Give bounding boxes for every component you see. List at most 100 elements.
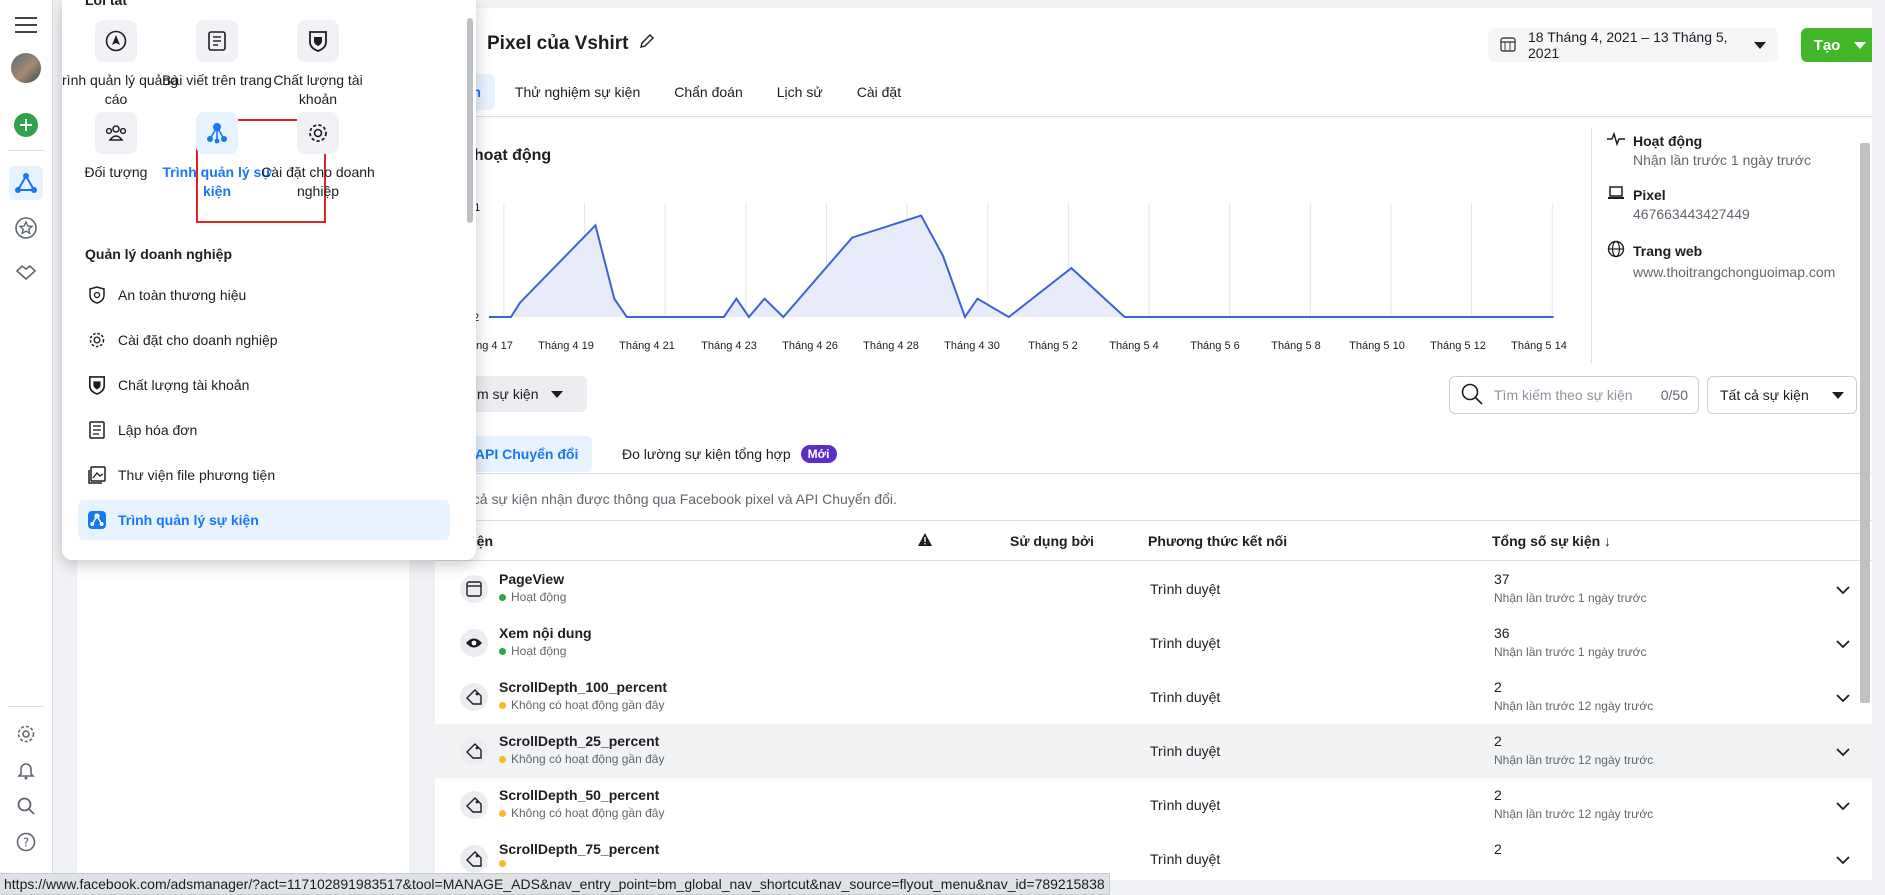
x-tick-label: Tháng 5 10 [1349, 340, 1405, 352]
event-name: ScrollDepth_50_percent [499, 787, 660, 803]
menu-item-label: An toàn thương hiệu [118, 287, 247, 303]
menu-item-gear[interactable]: Cài đặt cho doanh nghiệp [78, 320, 450, 360]
pixel-info-panel: Hoạt động Nhận lần trước 1 ngày trước Pi… [1607, 131, 1867, 298]
event-total: 2 [1494, 787, 1502, 803]
series-area [489, 215, 1554, 317]
eye-icon [460, 629, 488, 657]
tab-test-events[interactable]: Thử nghiệm sự kiện [501, 74, 654, 110]
chevron-down-icon[interactable] [1836, 798, 1850, 814]
tab-pixel-conversions-api[interactable]: /API Chuyển đổi [457, 436, 593, 472]
page-title: Pixel của Vshirt [487, 33, 655, 55]
scrollbar-thumb[interactable] [1860, 143, 1870, 703]
menu-item-label: Chất lượng tài khoản [118, 377, 250, 393]
menu-item-label: Cài đặt cho doanh nghiệp [118, 332, 278, 348]
events-manager-rail-icon[interactable] [9, 166, 43, 200]
menu-item-events-manager[interactable]: Trình quản lý sự kiện [78, 500, 450, 540]
table-header: kiện Sử dụng bởi Phương thức kết nối Tổn… [435, 520, 1872, 561]
rail-divider [8, 706, 44, 707]
chevron-down-icon[interactable] [1836, 852, 1850, 868]
menu-item-shield[interactable]: An toàn thương hiệu [78, 275, 450, 315]
menu-item-billing[interactable]: Lập hóa đơn [78, 410, 450, 450]
search-icon[interactable] [9, 789, 43, 823]
event-total: 36 [1494, 625, 1510, 641]
col-used-by[interactable]: Sử dụng bởi [1010, 533, 1094, 549]
col-connection-method[interactable]: Phương thức kết nối [1148, 533, 1287, 549]
flyout-scrollbar[interactable] [467, 18, 473, 223]
connection-method: Trình duyệt [1150, 635, 1221, 651]
main-tabs: g quan Thử nghiệm sự kiện Chẩn đoán Lịch… [435, 74, 915, 112]
page-scrollbar[interactable] [1858, 123, 1872, 863]
chevron-down-icon[interactable] [1836, 744, 1850, 760]
shortcut-gear[interactable]: Cài đặt cho doanh nghiệp [254, 112, 382, 201]
events-table: PageView Hoạt động Trình duyệt 37 Nhận lần t… [435, 562, 1872, 880]
shield-icon [88, 286, 106, 304]
chevron-down-icon[interactable] [1836, 582, 1850, 598]
edit-pencil-icon[interactable] [639, 33, 655, 55]
caret-down-icon [1832, 387, 1844, 403]
all-events-dropdown[interactable]: Tất cả sự kiện [1707, 376, 1857, 414]
chevron-down-icon[interactable] [1836, 690, 1850, 706]
ads-manager-icon [95, 20, 137, 62]
status-text: Không có hoạt động gần đây [511, 698, 665, 712]
event-name: ScrollDepth_100_percent [499, 679, 668, 695]
connection-method: Trình duyệt [1150, 581, 1221, 597]
gear-icon[interactable] [9, 717, 43, 751]
new-badge: Mới [800, 445, 837, 463]
pixel-id: 467663443427449 [1633, 206, 1750, 222]
chevron-down-icon[interactable] [1836, 636, 1850, 652]
table-row[interactable]: ScrollDepth_100_percent Không có hoạt độn… [435, 670, 1872, 724]
menu-item-account-quality[interactable]: Chất lượng tài khoản [78, 365, 450, 405]
create-plus-icon[interactable] [9, 108, 43, 142]
all-events-label: Tất cả sự kiện [1720, 387, 1809, 403]
search-input[interactable] [1494, 387, 1639, 403]
event-source-tabs: /API Chuyển đổi Đo lường sự kiện tổng hợ… [435, 436, 1872, 474]
handshake-icon[interactable] [9, 255, 43, 289]
col-total-events[interactable]: Tổng số sự kiện ↓ [1492, 533, 1611, 549]
caret-down-icon [550, 386, 563, 402]
x-tick-label: Tháng 5 6 [1190, 340, 1240, 352]
event-total: 2 [1494, 733, 1502, 749]
page-posts-icon [196, 20, 238, 62]
tab-diagnostics[interactable]: Chẩn đoán [660, 74, 757, 110]
event-name: PageView [499, 571, 565, 587]
table-row[interactable]: PageView Hoạt động Trình duyệt 37 Nhận lần t… [435, 562, 1872, 616]
bell-icon[interactable] [9, 753, 43, 787]
pulse-icon [1607, 131, 1625, 149]
menu-icon[interactable] [9, 8, 43, 42]
gear-icon [297, 112, 339, 154]
event-last-received: Nhận lần trước 1 ngày trước [1494, 591, 1647, 605]
account-quality-icon [88, 376, 106, 395]
status-dot [499, 809, 506, 817]
event-last-received: Nhận lần trước 12 ngày trước [1494, 699, 1654, 713]
flyout-header: Lối tắt [85, 0, 127, 8]
x-tick-label: Tháng 5 12 [1430, 340, 1486, 352]
menu-item-media-library[interactable]: Thư viện file phương tiện [78, 455, 450, 495]
event-status: Hoạt động [499, 644, 566, 658]
tag-icon [460, 845, 488, 873]
menu-item-label: Thư viện file phương tiện [118, 467, 276, 483]
connection-method: Trình duyệt [1150, 797, 1221, 813]
tab-aggregated-event-measurement[interactable]: Đo lường sự kiện tổng hợp Mới [608, 436, 851, 472]
x-tick-label: Tháng 4 28 [863, 340, 919, 352]
date-range-picker[interactable]: 18 Tháng 4, 2021 – 13 Tháng 5, 2021 [1488, 28, 1778, 62]
business-management-title: Quản lý doanh nghiệp [85, 246, 232, 262]
tab-settings[interactable]: Cài đặt [843, 74, 915, 110]
table-row[interactable]: ScrollDepth_25_percent Không có hoạt động… [435, 724, 1872, 778]
tab-history[interactable]: Lịch sử [763, 74, 837, 110]
events-manager-icon [196, 112, 238, 154]
x-tick-label: Tháng 4 19 [538, 340, 594, 352]
caret-down-icon [1854, 37, 1867, 54]
tab-divider [435, 116, 1872, 117]
shortcut-account-quality[interactable]: Chất lượng tài khoản [254, 20, 382, 109]
status-dot [499, 593, 506, 601]
profile-avatar[interactable] [9, 51, 43, 85]
table-row[interactable]: Xem nội dung Hoạt động Trình duyệt 36 Nhận l… [435, 616, 1872, 670]
activity-sub: Nhận lần trước 1 ngày trước [1633, 152, 1811, 168]
event-status: Không có hoạt động gần đây [499, 698, 664, 712]
star-icon[interactable] [9, 211, 43, 245]
table-row[interactable]: ScrollDepth_50_percent Không có hoạt động… [435, 778, 1872, 832]
tag-icon [460, 737, 488, 765]
connection-method: Trình duyệt [1150, 743, 1221, 759]
create-button[interactable]: Tạo [1801, 28, 1872, 62]
help-icon[interactable]: ? [9, 825, 43, 859]
